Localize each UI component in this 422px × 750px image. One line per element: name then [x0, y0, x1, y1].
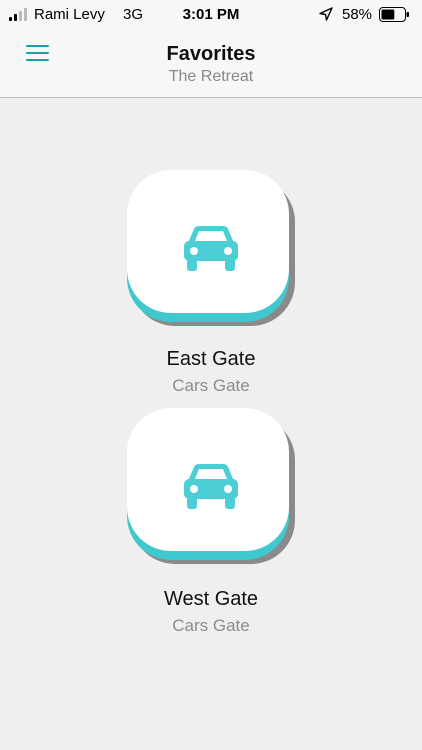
gate-open-button[interactable] — [127, 170, 295, 328]
location-arrow-icon — [319, 7, 333, 21]
battery-percent: 58% — [342, 6, 373, 23]
status-bar: Rami Levy 3G 3:01 PM 58% — [0, 0, 422, 30]
gate-name: East Gate — [166, 348, 256, 370]
app-header: Favorites The Retreat — [0, 30, 422, 98]
battery-icon — [379, 7, 409, 22]
gate-type: Cars Gate — [172, 376, 250, 395]
gate-name: West Gate — [163, 588, 259, 610]
gate-open-button[interactable] — [127, 408, 295, 566]
page-title: Favorites — [166, 43, 256, 65]
car-icon — [184, 464, 238, 509]
car-icon — [184, 226, 238, 271]
gate-type: Cars Gate — [172, 616, 250, 635]
page-subtitle: The Retreat — [168, 68, 254, 85]
